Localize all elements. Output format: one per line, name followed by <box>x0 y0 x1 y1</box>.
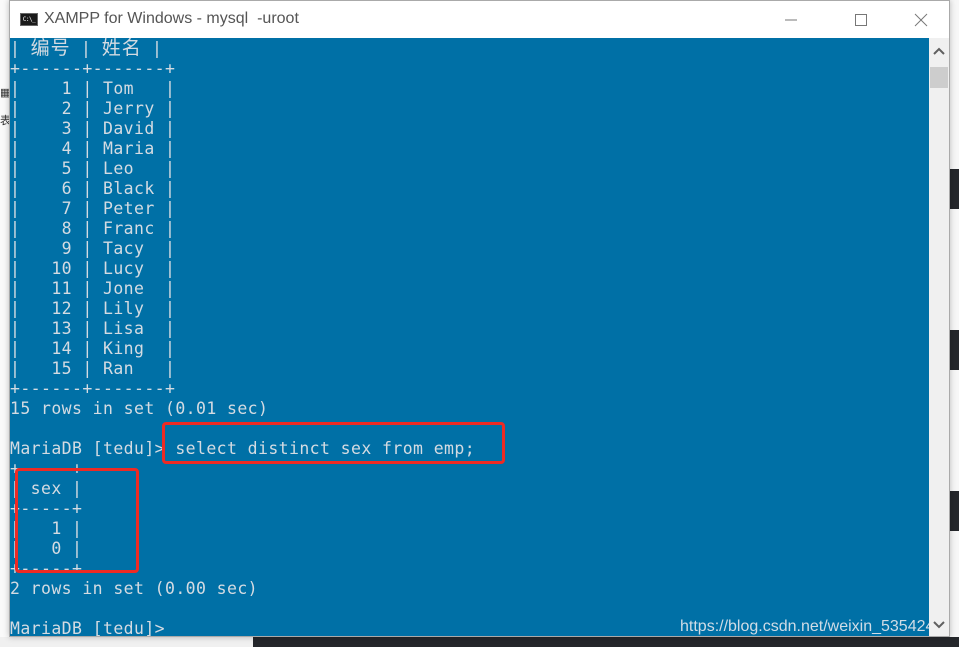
cmd-icon: C:\_ <box>20 13 38 26</box>
scroll-down-button[interactable] <box>929 613 949 636</box>
table1-header: | 编号 | 姓名 | <box>10 38 163 59</box>
background-taskbar <box>0 637 959 647</box>
title-bar[interactable]: C:\_ XAMPP for Windows - mysql -uroot <box>10 1 949 38</box>
table-row: | 10 | Lucy | <box>10 259 176 278</box>
table-row: | 11 | Jone | <box>10 279 176 298</box>
close-icon <box>914 13 928 26</box>
table-row: | 12 | Lily | <box>10 299 176 318</box>
table-row: | 5 | Leo | <box>10 159 176 178</box>
background-dark-block <box>950 491 959 531</box>
table-row: | 6 | Black | <box>10 179 176 198</box>
final-prompt[interactable]: MariaDB [tedu]> <box>10 619 165 636</box>
table1-border: +------+-------+ <box>10 59 176 78</box>
maximize-button[interactable] <box>838 1 884 38</box>
scroll-up-button[interactable] <box>929 38 949 63</box>
vertical-scrollbar[interactable] <box>929 38 949 636</box>
table-row: | 3 | David | <box>10 119 176 138</box>
table-row: | 14 | King | <box>10 339 176 358</box>
table-row: | 13 | Lisa | <box>10 319 176 338</box>
chevron-down-icon <box>933 620 945 628</box>
table-row: | 1 | Tom | <box>10 79 176 98</box>
result-summary: 2 rows in set (0.00 sec) <box>10 579 259 598</box>
background-app-right <box>950 0 959 647</box>
background-dark-block <box>950 330 959 370</box>
console-window: C:\_ XAMPP for Windows - mysql -uroot | … <box>9 0 950 637</box>
table-row: | 7 | Peter | <box>10 199 176 218</box>
chevron-up-icon <box>933 47 945 55</box>
scrollbar-thumb[interactable] <box>930 67 948 88</box>
result-highlight-box <box>15 468 139 573</box>
table-row: | 9 | Tacy | <box>10 239 176 258</box>
watermark-url: https://blog.csdn.net/weixin_535424 <box>680 618 929 635</box>
table-row: | 15 | Ran | <box>10 359 176 378</box>
table1-border: +------+-------+ <box>10 379 176 398</box>
window-title: XAMPP for Windows - mysql -uroot <box>44 10 299 27</box>
table-row: | 2 | Jerry | <box>10 99 176 118</box>
table-row: | 4 | Maria | <box>10 139 176 158</box>
minimize-icon <box>785 19 797 20</box>
prompt: MariaDB [tedu]> <box>10 439 176 458</box>
table-row: | 8 | Franc | <box>10 219 176 238</box>
command-highlight-box <box>162 422 505 464</box>
maximize-icon <box>855 13 867 26</box>
background-dark-block <box>950 169 959 209</box>
console-output[interactable]: | 编号 | 姓名 | +------+-------+ | 1 | Tom |… <box>10 38 929 636</box>
close-button[interactable] <box>898 1 944 38</box>
column-header: 编号 <box>30 38 71 59</box>
background-dark-strip <box>253 637 959 647</box>
result-summary: 15 rows in set (0.01 sec) <box>10 399 269 418</box>
minimize-button[interactable] <box>768 1 814 38</box>
column-header: 姓名 <box>101 38 142 59</box>
